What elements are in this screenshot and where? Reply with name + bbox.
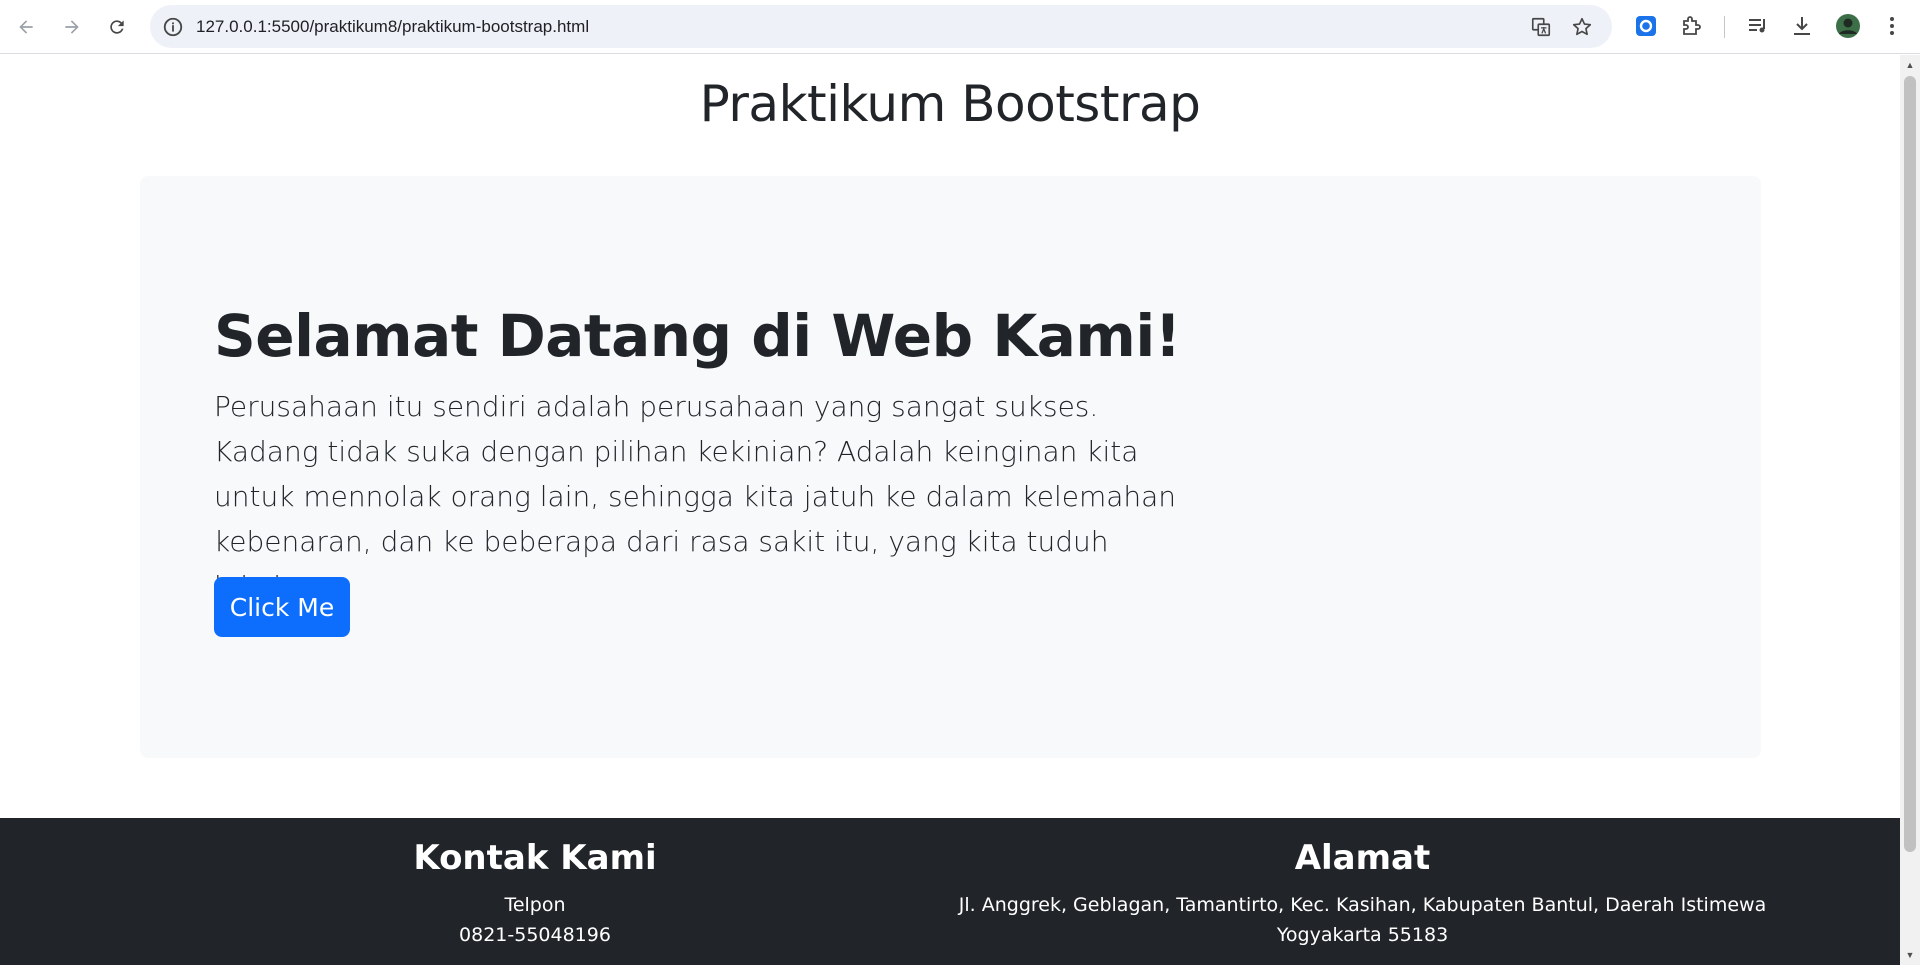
translate-icon[interactable] bbox=[1530, 16, 1552, 38]
hero-heading: Selamat Datang di Web Kami! bbox=[214, 302, 1181, 370]
arrow-right-icon bbox=[65, 20, 79, 34]
site-info-icon[interactable] bbox=[162, 16, 184, 38]
scroll-thumb[interactable] bbox=[1904, 76, 1916, 852]
extensions-puzzle-icon[interactable] bbox=[1679, 14, 1703, 38]
contact-phone: 0821-55048196 bbox=[459, 924, 611, 946]
contact-label: Telpon bbox=[504, 894, 566, 916]
arrow-left-icon bbox=[19, 20, 33, 34]
bookmark-star-icon[interactable] bbox=[1571, 16, 1593, 38]
address-text: Jl. Anggrek, Geblagan, Tamantirto, Kec. … bbox=[958, 894, 1767, 946]
contact-heading: Kontak Kami bbox=[413, 838, 657, 878]
back-button[interactable] bbox=[10, 11, 42, 43]
hero-paragraph: Perusahaan itu sendiri adalah perusahaan… bbox=[214, 390, 1177, 603]
media-queue-icon[interactable] bbox=[1746, 14, 1770, 38]
click-me-button[interactable]: Click Me bbox=[214, 577, 350, 637]
footer-contact: Kontak Kami Telpon 0821-55048196 bbox=[140, 838, 930, 950]
reload-icon bbox=[110, 20, 124, 34]
address-bar[interactable]: 127.0.0.1:5500/praktikum8/praktikum-boot… bbox=[150, 5, 1612, 48]
profile-avatar-icon[interactable] bbox=[1835, 13, 1861, 39]
scroll-down-arrow-icon[interactable]: ▼ bbox=[1904, 949, 1916, 961]
scroll-up-arrow-icon[interactable]: ▲ bbox=[1904, 59, 1916, 71]
address-heading: Alamat bbox=[1294, 838, 1431, 878]
reload-button[interactable] bbox=[101, 11, 133, 43]
extension-blue-icon[interactable] bbox=[1634, 14, 1658, 38]
page-scrollbar[interactable]: ▲ ▼ bbox=[1900, 55, 1920, 965]
footer: Kontak Kami Telpon 0821-55048196 Alamat … bbox=[0, 818, 1900, 965]
download-icon[interactable] bbox=[1790, 14, 1814, 38]
hero-jumbotron: Selamat Datang di Web Kami! Perusahaan i… bbox=[140, 176, 1761, 758]
url-text[interactable]: 127.0.0.1:5500/praktikum8/praktikum-boot… bbox=[196, 5, 589, 48]
page-title: Praktikum Bootstrap bbox=[699, 75, 1201, 133]
footer-address: Alamat Jl. Anggrek, Geblagan, Tamantirto… bbox=[950, 838, 1775, 950]
page-viewport: Praktikum Bootstrap Selamat Datang di We… bbox=[0, 55, 1900, 965]
toolbar-separator bbox=[1724, 16, 1725, 38]
menu-kebab-icon[interactable] bbox=[1880, 14, 1904, 38]
forward-button[interactable] bbox=[56, 11, 88, 43]
browser-toolbar: 127.0.0.1:5500/praktikum8/praktikum-boot… bbox=[0, 0, 1920, 54]
